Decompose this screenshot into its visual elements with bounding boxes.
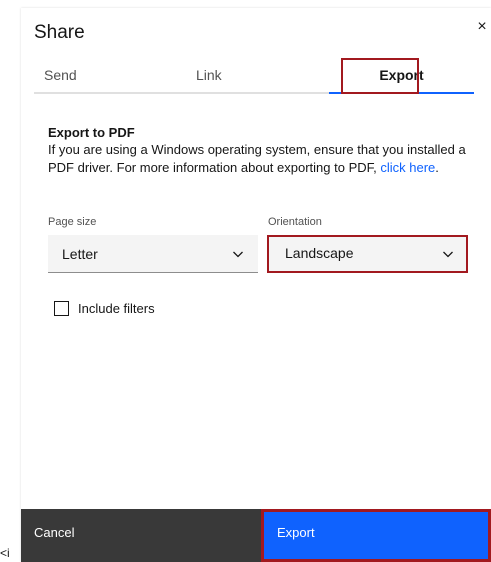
page-size-label: Page size (48, 216, 97, 228)
page-size-value: Letter (62, 246, 98, 262)
export-pdf-description: If you are using a Windows operating sys… (48, 141, 491, 177)
cancel-button[interactable]: Cancel (21, 509, 261, 562)
export-pdf-heading: Export to PDF (48, 125, 135, 140)
close-icon[interactable]: × (473, 18, 491, 36)
orientation-value: Landscape (285, 245, 354, 261)
tab-export-highlight (341, 58, 419, 94)
dialog-title: Share (34, 22, 85, 43)
page-size-select[interactable]: Letter (48, 235, 258, 273)
tab-send[interactable]: Send (34, 56, 184, 94)
dialog-footer: Cancel Export (21, 509, 491, 562)
tab-export[interactable]: Export (329, 56, 474, 94)
checkbox-box[interactable] (54, 300, 69, 316)
orientation-select[interactable]: Landscape (267, 235, 468, 273)
share-tabs: Send Link Export (34, 56, 474, 96)
include-filters-checkbox[interactable]: Include filters (54, 299, 155, 317)
chevron-down-icon (233, 251, 243, 258)
tab-link[interactable]: Link (184, 56, 329, 94)
share-dialog: Share × Send Link Export Export to PDF I… (21, 8, 491, 562)
click-here-link[interactable]: click here (380, 160, 435, 175)
description-suffix: . (435, 160, 439, 175)
include-filters-label: Include filters (78, 300, 155, 316)
stray-text: <i (0, 546, 10, 560)
export-button[interactable]: Export (261, 509, 491, 562)
chevron-down-icon (443, 251, 453, 258)
orientation-label: Orientation (268, 216, 322, 228)
